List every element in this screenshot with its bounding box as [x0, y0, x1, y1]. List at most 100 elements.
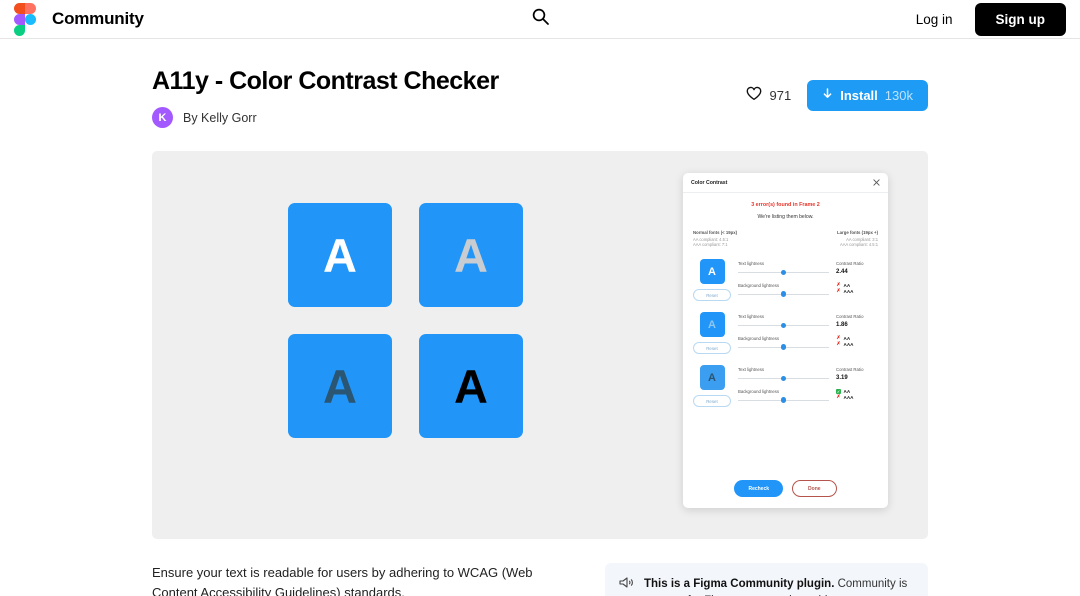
aaa-status-badge: ✗ AAA	[836, 341, 878, 348]
background-lightness-label: Background lightness	[738, 335, 780, 341]
slider-thumb[interactable]	[780, 344, 787, 350]
megaphone-icon	[619, 576, 634, 596]
cross-icon: ✗	[836, 394, 841, 401]
like-count: 971	[769, 88, 792, 103]
row-result: Contrast Ratio 2.44 ✗ AA ✗ AAA	[836, 259, 878, 296]
install-label: Install	[840, 88, 878, 103]
close-icon[interactable]	[873, 179, 880, 186]
cross-icon: ✗	[836, 288, 841, 295]
figma-logo-icon	[14, 2, 36, 36]
signup-button[interactable]: Sign up	[974, 2, 1066, 36]
avatar[interactable]: K	[152, 107, 173, 128]
aaa-status-badge: ✗ AAA	[836, 288, 878, 295]
text-lightness-slider[interactable]	[738, 322, 829, 329]
plugin-panel: Color Contrast 3 error(s) found in Frame…	[683, 173, 888, 508]
aa-status-badge: ✓ AA	[836, 388, 878, 394]
page-content: A11y - Color Contrast Checker K By Kelly…	[0, 39, 1080, 596]
install-count: 130k	[884, 88, 913, 103]
panel-footer: Recheck Done	[683, 476, 888, 508]
contrast-result-row: A Reset Text lightness Background lightness…	[693, 312, 878, 357]
search-button[interactable]	[527, 6, 553, 32]
plugin-meta-row: K By Kelly Gorr 971 Install 130k	[152, 80, 928, 128]
community-info-text: This is a Figma Community plugin. Commun…	[644, 576, 914, 596]
slider-thumb[interactable]	[780, 322, 787, 329]
row-swatch-group: A Reset	[693, 365, 731, 408]
author-name[interactable]: By Kelly Gorr	[183, 111, 257, 125]
contrast-sample-swatch: A	[288, 203, 392, 307]
row-swatch-group: A Reset	[693, 312, 731, 355]
panel-title: Color Contrast	[691, 179, 728, 186]
text-lightness-label: Text lightness	[738, 367, 765, 373]
aaa-label: AAA	[843, 395, 854, 401]
contrast-sample-swatch: A	[419, 203, 523, 307]
row-color-swatch: A	[699, 365, 725, 391]
brand-title: Community	[52, 9, 144, 28]
contrast-ratio-label: Contrast Ratio	[836, 367, 864, 373]
reset-button[interactable]: Reset	[693, 395, 731, 408]
row-result: Contrast Ratio 1.86 ✗ AA ✗ AAA	[836, 312, 878, 349]
cross-icon: ✗	[836, 334, 841, 341]
row-sliders: Text lightness Background lightness	[738, 259, 829, 304]
background-lightness-label: Background lightness	[738, 282, 780, 288]
text-lightness-label: Text lightness	[738, 314, 765, 320]
contrast-ratio-value: 2.44	[836, 268, 848, 275]
install-button[interactable]: Install 130k	[807, 80, 928, 111]
community-info-card: This is a Figma Community plugin. Commun…	[605, 563, 928, 596]
login-link[interactable]: Log in	[916, 12, 953, 27]
aa-label: AA	[843, 388, 851, 394]
brand-home-link[interactable]: Community	[14, 2, 144, 36]
contrast-result-list: A Reset Text lightness Background lightness…	[693, 259, 878, 410]
contrast-ratio-label: Contrast Ratio	[836, 261, 864, 267]
aa-label: AA	[843, 282, 851, 288]
aa-label: AA	[843, 335, 851, 341]
aa-status-badge: ✗ AA	[836, 334, 878, 341]
error-summary: 3 error(s) found in Frame 2	[751, 202, 820, 208]
contrast-sample-grid: A A A A	[288, 203, 523, 438]
row-sliders: Text lightness Background lightness	[738, 312, 829, 357]
slider-thumb[interactable]	[780, 397, 787, 403]
background-lightness-slider[interactable]	[738, 397, 829, 403]
aaa-label: AAA	[843, 289, 854, 295]
contrast-result-row: A Reset Text lightness Background lightness…	[693, 365, 878, 410]
description-section: Ensure your text is readable for users b…	[152, 563, 928, 596]
row-result: Contrast Ratio 3.19 ✓ AA ✗ AAA	[836, 365, 878, 402]
check-icon: ✓	[836, 388, 841, 394]
contrast-sample-swatch: A	[288, 334, 392, 438]
normal-font-aaa: AAA compliant: 7:1	[693, 242, 728, 248]
text-lightness-label: Text lightness	[738, 261, 765, 267]
done-button[interactable]: Done	[792, 480, 837, 497]
normal-font-heading: Normal fonts (< 19px)	[693, 230, 738, 235]
community-info-bold: This is a Figma Community plugin.	[644, 578, 835, 590]
text-lightness-slider[interactable]	[738, 269, 829, 276]
panel-body: 3 error(s) found in Frame 2 We're listin…	[683, 193, 888, 476]
cross-icon: ✗	[836, 341, 841, 348]
background-lightness-slider[interactable]	[738, 291, 829, 297]
background-lightness-label: Background lightness	[738, 388, 780, 394]
normal-font-rules: Normal fonts (< 19px) AA compliant: 4.5:…	[693, 230, 782, 248]
contrast-ratio-value: 1.86	[836, 321, 848, 328]
background-lightness-slider[interactable]	[738, 344, 829, 350]
row-color-swatch: A	[699, 312, 725, 338]
large-font-aaa: AAA compliant: 4.5:1	[839, 242, 878, 248]
contrast-result-row: A Reset Text lightness Background lightness…	[693, 259, 878, 304]
plugin-actions: 971 Install 130k	[746, 80, 928, 111]
slider-thumb[interactable]	[780, 291, 787, 297]
error-subtitle: We're listing them below.	[757, 214, 814, 220]
slider-thumb[interactable]	[780, 375, 787, 382]
large-font-heading: Large fonts (19px +)	[837, 230, 878, 235]
like-button[interactable]: 971	[746, 86, 792, 106]
hero-preview: A A A A Color Contrast 3 error(s) found …	[152, 151, 928, 539]
aaa-label: AAA	[843, 342, 854, 348]
reset-button[interactable]: Reset	[693, 289, 731, 302]
reset-button[interactable]: Reset	[693, 342, 731, 355]
row-swatch-group: A Reset	[693, 259, 731, 302]
slider-thumb[interactable]	[780, 269, 787, 276]
heart-icon	[746, 86, 762, 106]
plugin-header: A11y - Color Contrast Checker K By Kelly…	[152, 39, 928, 128]
aaa-status-badge: ✗ AAA	[836, 394, 878, 401]
large-font-rules: Large fonts (19px +) AA compliant: 3:1 A…	[789, 230, 878, 248]
recheck-button[interactable]: Recheck	[734, 480, 784, 497]
text-lightness-slider[interactable]	[738, 375, 829, 382]
download-arrow-icon	[822, 88, 833, 103]
row-sliders: Text lightness Background lightness	[738, 365, 829, 410]
